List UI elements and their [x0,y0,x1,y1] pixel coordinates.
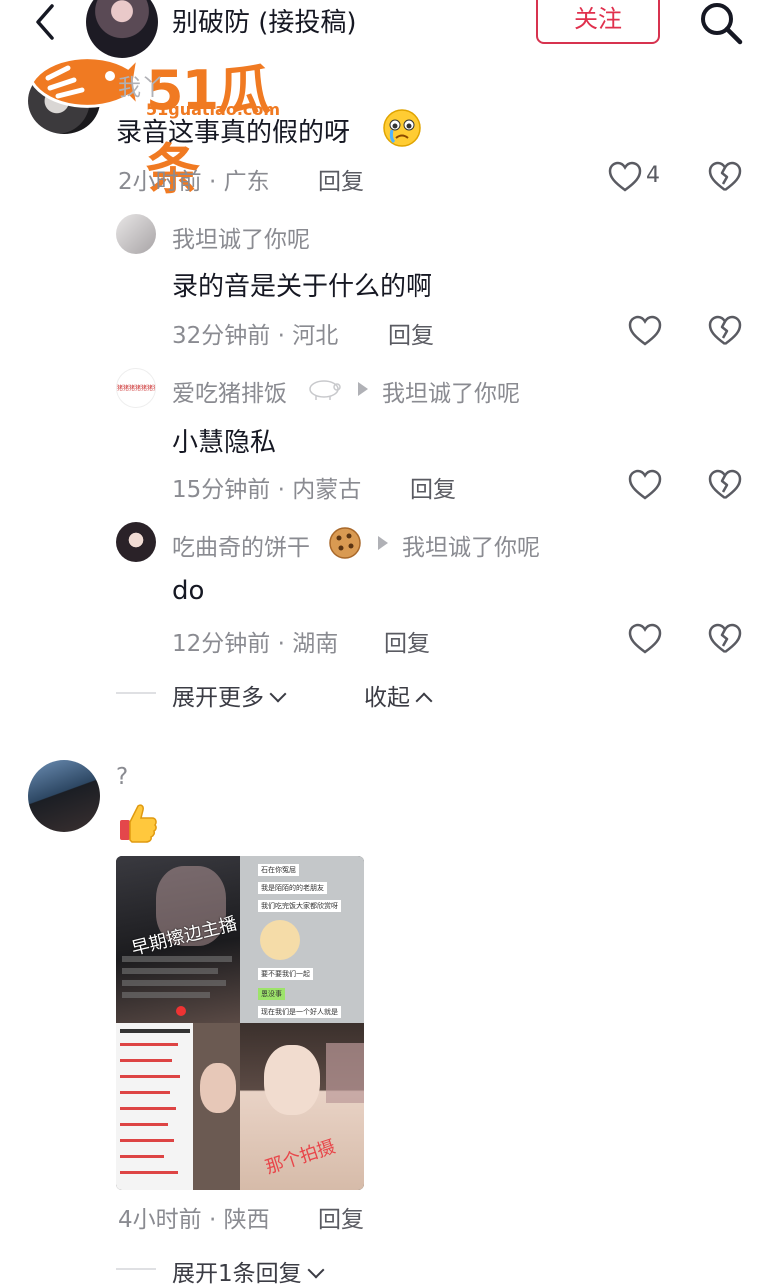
like-heart-icon[interactable] [628,622,662,656]
divider-line [116,692,156,694]
collapse-button[interactable]: 收起 [364,678,433,712]
like-heart-icon[interactable] [628,468,662,502]
chat-line: 现在我们是一个好人就是 [258,1006,341,1018]
cookie-icon [329,527,361,559]
reply-time-location: 15分钟前 · 内蒙古 [172,477,362,503]
reply-avatar[interactable] [116,522,156,562]
collage-tile-chat: 石在你冤屈 我是陌陌的的老朋友 我们吃完饭大家都欣赏呀 要不要我们一起 恩没事 … [240,856,364,1023]
commenter-name[interactable]: 我丫 [118,68,164,102]
reply-to-name[interactable]: 我坦诚了你呢 [402,528,540,562]
comment-text: 录音这事真的假的呀 [116,112,350,149]
back-arrow-icon[interactable] [28,2,68,42]
expand-replies-button[interactable]: 展开1条回复 [172,1254,325,1288]
reply-time-location: 12分钟前 · 湖南 [172,631,339,657]
expand-replies-label: 展开1条回复 [172,1261,302,1287]
collapse-label: 收起 [364,685,410,711]
reply-text: 小慧隐私 [172,428,277,458]
author-name[interactable]: 别破防 (接投稿) [172,2,357,39]
collage-tile-selfie: 那个拍摄 [240,1023,364,1190]
dislike-broken-heart-icon[interactable] [708,622,742,656]
dislike-broken-heart-icon[interactable] [708,160,742,194]
reply-text: do [172,576,205,606]
like-heart-icon[interactable] [608,160,642,194]
reply-button[interactable]: 回复 [388,316,434,350]
pig-badge-icon [309,380,341,400]
like-count: 4 [646,163,660,188]
reply-button[interactable]: 回复 [318,1200,364,1234]
reply-author-name[interactable]: 爱吃猪排饭 [172,374,287,408]
reply-text: 录的音是关于什么的啊 [172,272,433,302]
chat-line: 恩没事 [258,988,285,1000]
thumbs-up-icon [120,804,157,843]
reply-author-name[interactable]: 吃曲奇的饼干 [172,528,310,562]
like-heart-icon[interactable] [628,314,662,348]
reply-to-name[interactable]: 我坦诚了你呢 [382,374,520,408]
dislike-broken-heart-icon[interactable] [708,314,742,348]
reply-time-location: 32分钟前 · 河北 [172,323,339,349]
follow-button[interactable]: 关注 [536,0,660,44]
chat-line: 我们吃完饭大家都欣赏呀 [258,900,341,912]
reply-button[interactable]: 回复 [318,162,364,196]
chevron-down-icon [307,1261,325,1279]
reply-avatar[interactable] [116,214,156,254]
reply-to-arrow-icon [358,382,368,396]
avatar-text: 猪猪猪猪猪猪猪 [117,385,156,392]
comment-time-location: 2小时前 · 广东 [118,169,270,195]
sticker-image [260,920,300,960]
search-icon[interactable] [698,0,744,46]
comment-image-collage[interactable]: 早期擦边主播 石在你冤屈 我是陌陌的的老朋友 我们吃完饭大家都欣赏呀 要不要我们… [116,856,364,1190]
expand-more-label: 展开更多 [172,685,264,711]
overlay-caption: 那个拍摄 [262,1136,338,1179]
reply-button[interactable]: 回复 [410,470,456,504]
chat-line: 石在你冤屈 [258,864,299,876]
divider-line [116,1268,156,1270]
collage-tile-livestream: 早期擦边主播 [116,856,240,1023]
reply-button[interactable]: 回复 [384,624,430,658]
chevron-up-icon [415,692,433,710]
commenter-name[interactable]: ? [116,764,128,790]
chat-line: 我是陌陌的的老朋友 [258,882,327,894]
comment-time-location: 4小时前 · 陕西 [118,1207,270,1233]
reply-to-arrow-icon [378,536,388,550]
chat-line: 要不要我们一起 [258,968,313,980]
commenter-avatar[interactable] [28,760,100,832]
reply-avatar[interactable]: 猪猪猪猪猪猪猪 [116,368,156,408]
crying-face-icon [383,109,421,147]
dislike-broken-heart-icon[interactable] [708,468,742,502]
chevron-down-icon [269,685,287,703]
collage-tile-list [116,1023,240,1190]
comment-text-content: 录音这事真的假的呀 [116,118,351,148]
reply-author-name[interactable]: 我坦诚了你呢 [172,220,310,254]
expand-more-button[interactable]: 展开更多 [172,678,287,712]
